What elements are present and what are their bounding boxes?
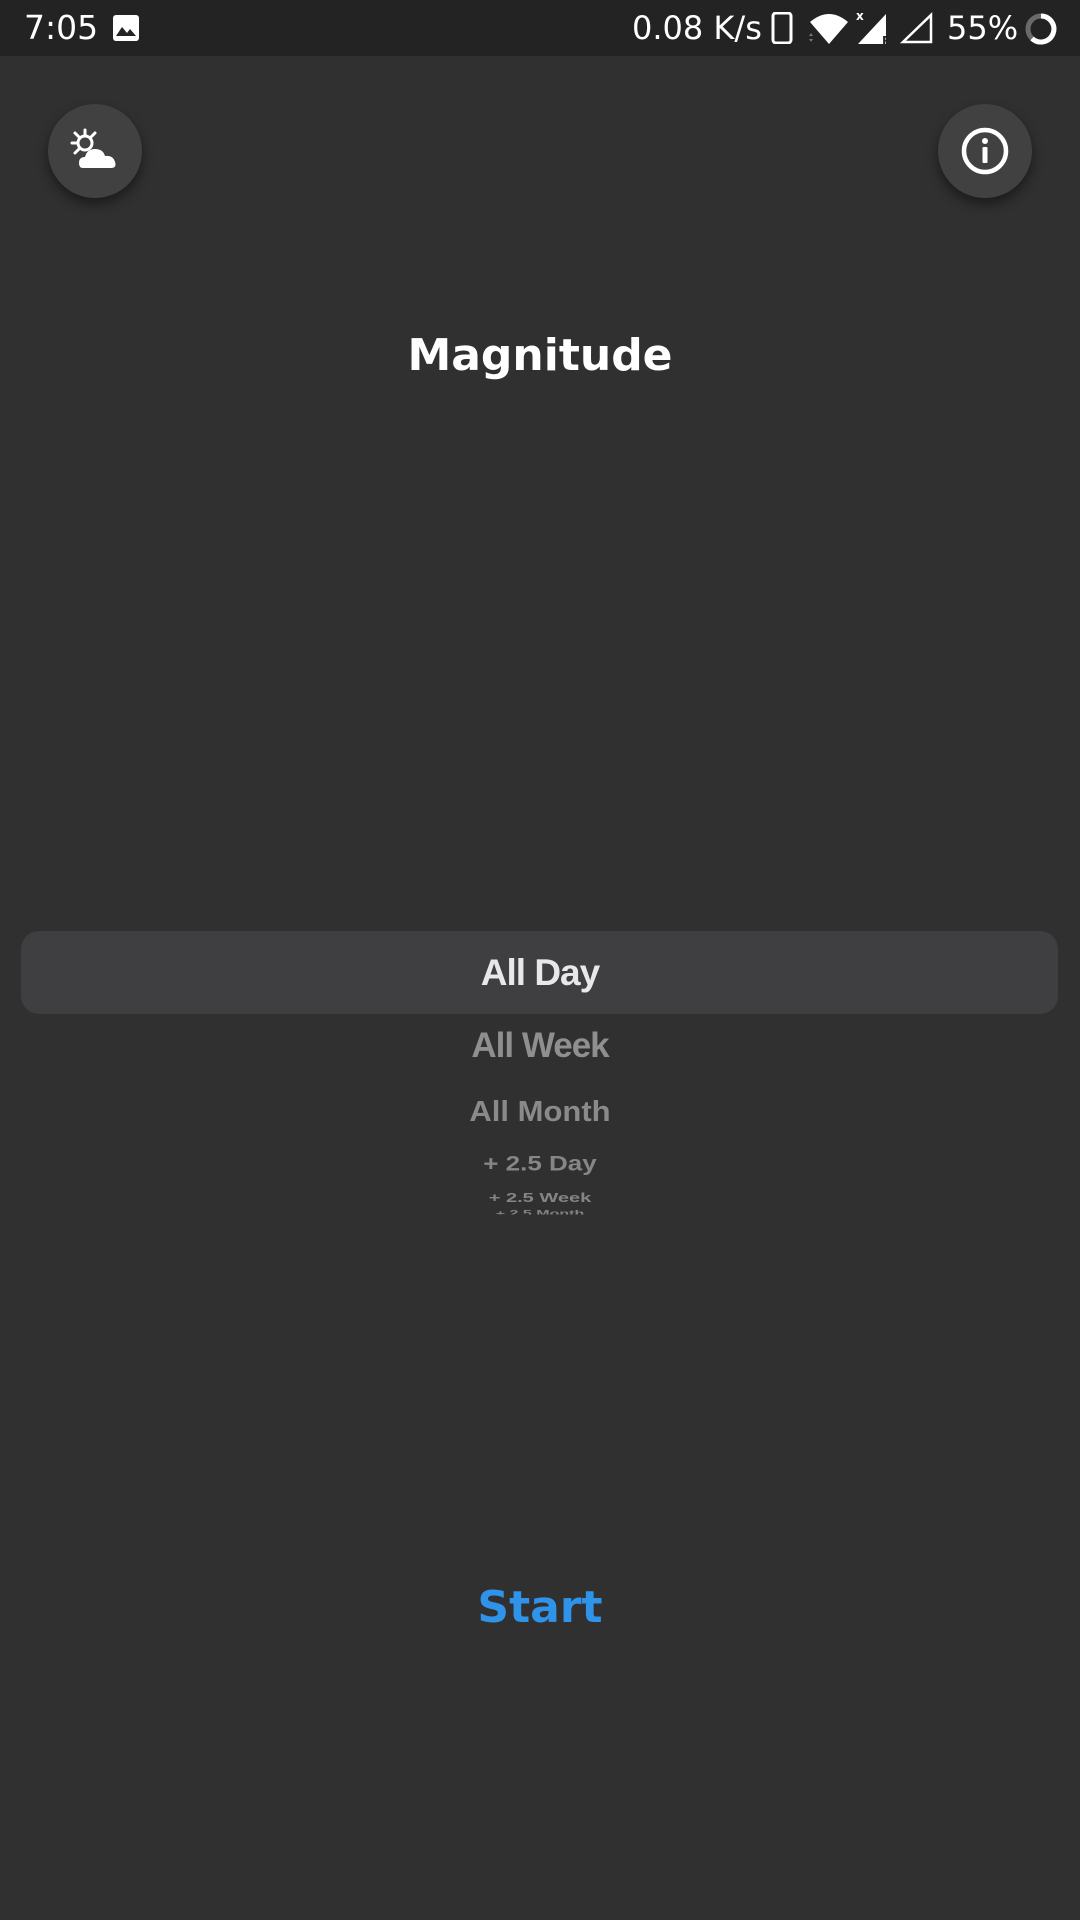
- svg-text:x: x: [856, 10, 864, 23]
- signal-x-icon: x R: [856, 10, 891, 46]
- picker-item[interactable]: + 2.5 Month: [0, 1210, 1080, 1215]
- picker-item[interactable]: + 2.5 Week: [0, 1189, 1080, 1206]
- page-title: Magnitude: [407, 330, 673, 381]
- weather-partly-cloudy-icon: [70, 128, 116, 168]
- battery-ring-icon: [1025, 13, 1057, 45]
- status-battery-text: 55%: [947, 9, 1019, 47]
- gallery-icon: [113, 15, 139, 41]
- picker-item[interactable]: All Week: [0, 1023, 1080, 1069]
- start-button[interactable]: Start: [390, 1578, 690, 1638]
- status-net-speed: 0.08 K/s: [632, 9, 762, 47]
- status-time: 7:05: [24, 8, 99, 47]
- picker-item[interactable]: + 2.5 Day: [0, 1150, 1080, 1176]
- picker-item-selected[interactable]: All Day: [0, 947, 1080, 999]
- status-bar: 7:05 0.08 K/s x R 55%: [0, 0, 1080, 56]
- info-button[interactable]: [938, 104, 1032, 198]
- weather-button[interactable]: [48, 104, 142, 198]
- info-icon: [961, 127, 1009, 175]
- phone-icon: [771, 12, 793, 44]
- picker-item[interactable]: All Month: [0, 1094, 1080, 1131]
- svg-text:R: R: [882, 34, 891, 46]
- wifi-icon: [809, 14, 848, 44]
- app-screen: 7:05 0.08 K/s x R 55% Magnitude All Day …: [0, 0, 1080, 1920]
- signal-empty-icon: [900, 12, 933, 44]
